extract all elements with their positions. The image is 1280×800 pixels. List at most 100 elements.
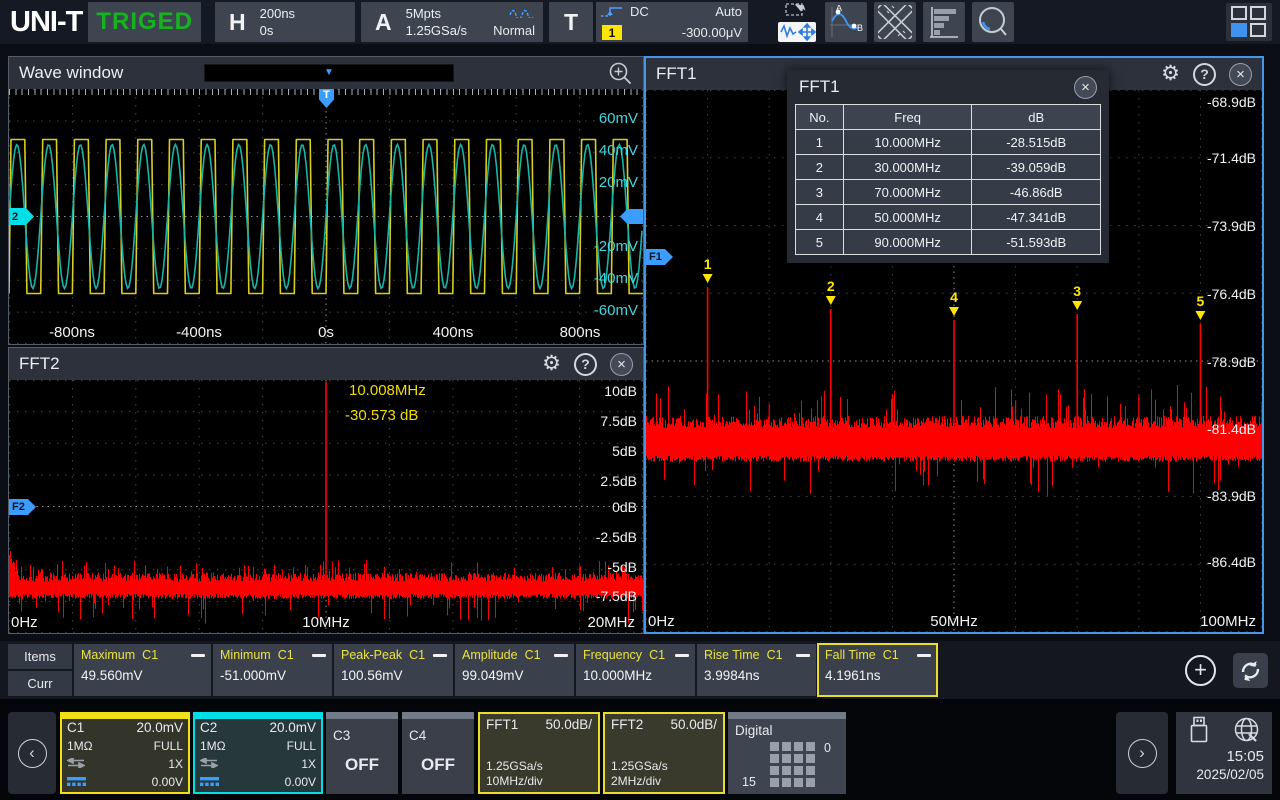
remove-measure-dash[interactable] [917, 654, 931, 657]
acquire-key: A [361, 9, 406, 36]
add-measurement-button[interactable]: + [1185, 655, 1216, 686]
fft2-help-icon[interactable]: ? [574, 353, 597, 376]
trigger-status: TRIGED [96, 8, 193, 36]
channel3-card[interactable]: C3 OFF [326, 712, 398, 794]
remove-measure-dash[interactable] [675, 654, 689, 657]
fft2-plot[interactable]: F2 10.008MHz -30.573 dB 10dB 7.5dB 5dB 2… [9, 380, 643, 633]
fft2-peak-db-annotation: -30.573 dB [345, 407, 418, 424]
measure-cell-peak-peak[interactable]: Peak-PeakC1 100.56mV [334, 644, 453, 696]
channel1-card[interactable]: C120.0mV 1MΩFULL 1X 0.00V [60, 712, 190, 794]
table-row: 450.000MHz-47.341dB [796, 205, 1101, 230]
db-label: 5dB [612, 443, 637, 459]
measure-source: C1 [278, 648, 294, 662]
wave-plot[interactable]: T 2 60mV 40mV 20mV -20mV -40mV -60mV -80… [9, 89, 643, 344]
trigger-source-badge: 1 [602, 25, 622, 40]
cursor-drag-mode-button[interactable] [776, 2, 818, 42]
channel4-card[interactable]: C4 OFF [402, 712, 474, 794]
channel2-card[interactable]: C220.0mV 1MΩFULL 1X 0.00V [193, 712, 323, 794]
measure-cell-rise-time[interactable]: Rise TimeC1 3.9984ns [697, 644, 816, 696]
measure-name: Amplitude [462, 648, 518, 662]
measure-rulers-button[interactable] [874, 2, 916, 42]
measure-source: C1 [525, 648, 541, 662]
f-label: 10MHz [302, 615, 350, 631]
fft2-card[interactable]: FFT250.0dB/ 1.25GSa/s2MHz/div [603, 712, 725, 794]
popup-close-icon[interactable]: × [1074, 76, 1097, 99]
fft2-settings-gear-icon[interactable]: ⚙ [542, 353, 561, 375]
f-label: 0Hz [648, 614, 675, 630]
channel-state: OFF [402, 755, 474, 775]
fft1-help-icon[interactable]: ? [1193, 63, 1216, 86]
sample-rate: 1.25GSa/s [406, 23, 467, 38]
trigger-key-tile[interactable]: T [549, 2, 593, 42]
search-button[interactable] [972, 2, 1014, 42]
fft1-peak-table-popup: FFT1 × No. Freq dB 110.000MHz-28.515dB 2… [787, 70, 1109, 263]
fft-div: 2MHz/div [611, 774, 661, 788]
db-label: -68.9dB [1207, 94, 1256, 110]
trigger-status-tile: TRIGED [88, 2, 201, 42]
trigger-sweep-mode: Auto [715, 4, 742, 19]
wave-window-header[interactable]: Wave window ▼ [9, 57, 643, 89]
db-label: -86.4dB [1207, 554, 1256, 570]
acquire-settings-tile[interactable]: A 5Mpts 1.25GSa/s Normal [361, 2, 543, 42]
remove-measure-dash[interactable] [554, 654, 568, 657]
dock-scroll-right-button[interactable]: › [1116, 712, 1168, 794]
cursor-measure-button[interactable]: AB [825, 2, 867, 42]
measure-cell-amplitude[interactable]: AmplitudeC1 99.049mV [455, 644, 574, 696]
dock-scroll-left-button[interactable]: ‹ [8, 712, 56, 794]
measure-value: -51.000mV [220, 668, 326, 683]
measure-cell-minimum[interactable]: MinimumC1 -51.000mV [213, 644, 332, 696]
svg-text:A: A [836, 5, 842, 13]
cursor-ab-icon: AB [828, 5, 864, 39]
table-row: 590.000MHz-51.593dB [796, 230, 1101, 255]
fft2-peak-freq-annotation: 10.008MHz [349, 382, 426, 399]
col-header-freq: Freq [843, 105, 972, 130]
display-area: Wave window ▼ T 2 60mV 40mV 20mV -20mV -… [0, 44, 1280, 641]
channel-id: C4 [409, 728, 426, 743]
channel-id: C1 [67, 721, 84, 735]
measure-source: C1 [409, 648, 425, 662]
measure-cell-maximum[interactable]: MaximumC1 49.560mV [74, 644, 211, 696]
remove-measure-dash[interactable] [433, 654, 447, 657]
window-layout-button[interactable] [1226, 3, 1272, 41]
remove-measure-dash[interactable] [796, 654, 810, 657]
fft1-peak-table: No. Freq dB 110.000MHz-28.515dB 230.000M… [795, 104, 1101, 255]
measure-cell-frequency[interactable]: FrequencyC1 10.000MHz [576, 644, 695, 696]
svg-text:B: B [857, 23, 863, 33]
digital-card[interactable]: Digital 0 15 [728, 712, 846, 794]
fft-scale: 50.0dB/ [670, 717, 717, 732]
coupling-icon [200, 757, 218, 771]
reset-statistics-button[interactable] [1233, 653, 1268, 688]
wave-window-title: Wave window [19, 63, 123, 83]
f-label: 20MHz [587, 615, 635, 631]
fft-div: 10MHz/div [486, 774, 543, 788]
uni-t-logo: UNI-T [10, 6, 82, 39]
fft2-window-header[interactable]: FFT2 ⚙ ? × [9, 348, 643, 380]
fft1-close-icon[interactable]: × [1229, 63, 1252, 86]
histogram-button[interactable] [923, 2, 965, 42]
trigger-level: -300.00μV [682, 25, 742, 40]
fft1-card[interactable]: FFT150.0dB/ 1.25GSa/s10MHz/div [478, 712, 600, 794]
trigger-coupling: DC [630, 4, 649, 19]
col-header-no: No. [796, 105, 844, 130]
wave-window: Wave window ▼ T 2 60mV 40mV 20mV -20mV -… [8, 56, 644, 345]
record-position-slider[interactable]: ▼ [204, 64, 454, 82]
wave-move-icon [778, 22, 816, 42]
svg-text:4: 4 [950, 289, 958, 305]
measure-cell-fall-time[interactable]: Fall TimeC1 4.1961ns [818, 644, 937, 696]
wave-traces [9, 89, 643, 344]
horizontal-settings-tile[interactable]: H 200ns 0s [215, 2, 355, 42]
remove-measure-dash[interactable] [191, 654, 205, 657]
measure-name: Frequency [583, 648, 642, 662]
db-label: -73.9dB [1207, 218, 1256, 234]
fft2-close-icon[interactable]: × [610, 353, 633, 376]
system-status-panel[interactable]: 15:05 2025/02/05 [1176, 712, 1272, 794]
t-label: -400ns [176, 325, 222, 341]
measure-items-cell[interactable]: Items Curr [8, 644, 72, 696]
zoom-in-icon[interactable] [608, 61, 633, 86]
t-label: -800ns [49, 325, 95, 341]
magnifier-icon [975, 4, 1011, 40]
trigger-settings-tile[interactable]: 1 DC Auto -300.00μV [596, 2, 748, 42]
remove-measure-dash[interactable] [312, 654, 326, 657]
measure-value: 10.000MHz [583, 668, 689, 683]
fft1-settings-gear-icon[interactable]: ⚙ [1161, 63, 1180, 85]
